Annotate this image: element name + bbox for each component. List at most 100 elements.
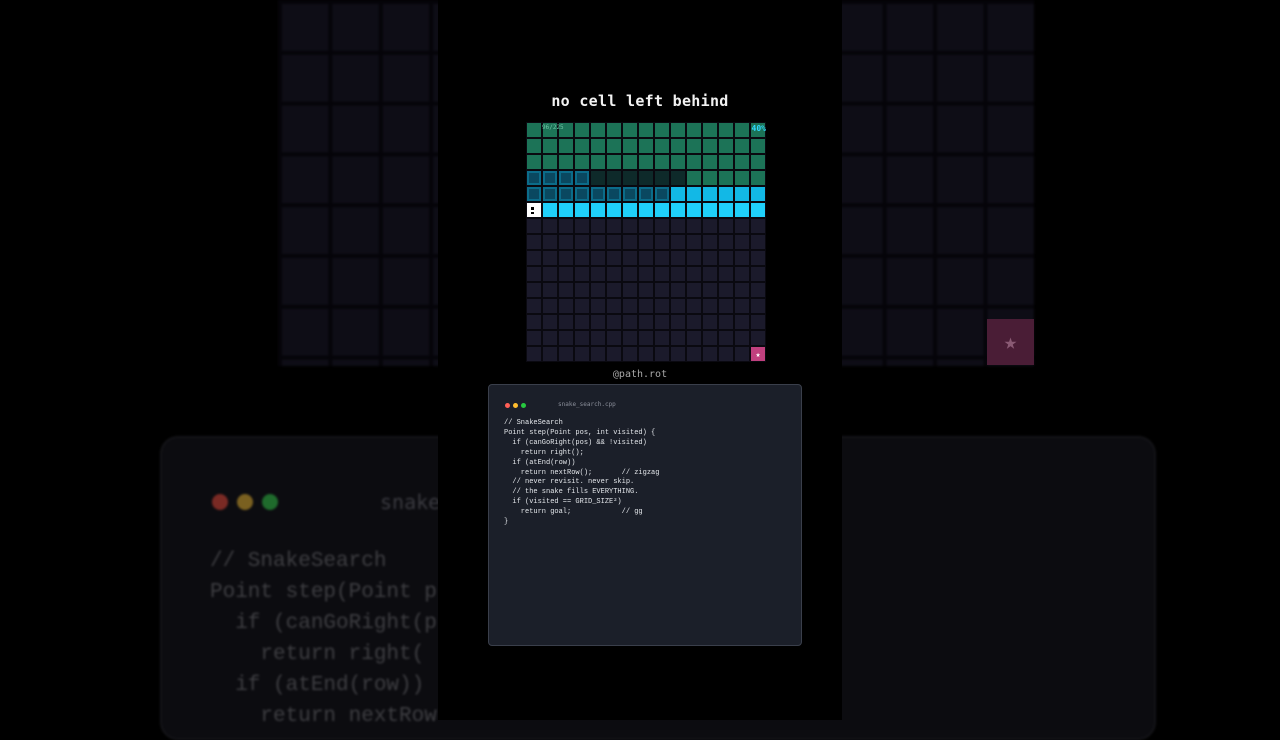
goal-star-icon: ★ [750,346,766,362]
unvisited-cell [734,266,750,282]
visited-cell [702,154,718,170]
visited-counter: 96/225 [542,124,564,131]
unvisited-cell [558,298,574,314]
unvisited-cell [686,330,702,346]
unvisited-cell [558,250,574,266]
unvisited-cell [558,346,574,362]
unvisited-cell [750,282,766,298]
unvisited-cell [670,218,686,234]
snake-body-cell [686,202,702,218]
unvisited-cell [542,330,558,346]
visited-cell [702,138,718,154]
unvisited-cell [702,250,718,266]
unvisited-cell [734,314,750,330]
unvisited-cell [702,218,718,234]
visited-cell [526,186,542,202]
unvisited-cell [718,266,734,282]
unvisited-cell [606,266,622,282]
code-line: return right(); [504,448,584,457]
unvisited-cell [718,218,734,234]
unvisited-cell [622,298,638,314]
visited-cell [558,154,574,170]
unvisited-cell [590,266,606,282]
visited-cell [606,138,622,154]
unvisited-cell [702,282,718,298]
visited-cell [606,186,622,202]
background-filename: snake [380,490,441,514]
visited-cell [574,154,590,170]
unvisited-cell [654,250,670,266]
code-line: } [504,518,509,527]
unvisited-cell [542,314,558,330]
visited-cell [590,122,606,138]
unvisited-cell [558,282,574,298]
visited-cell [590,138,606,154]
background-code-line: if (canGoRight(p [210,612,437,635]
visited-cell [542,186,558,202]
unvisited-cell [574,346,590,362]
unvisited-cell [558,330,574,346]
visited-cell [638,138,654,154]
code-line: return goal; // gg [504,508,643,517]
code-line: if (atEnd(row)) [504,458,576,467]
unvisited-cell [622,282,638,298]
unvisited-cell [686,250,702,266]
unvisited-cell [574,250,590,266]
snake-body-cell [670,202,686,218]
visited-cell [686,154,702,170]
unvisited-cell [638,218,654,234]
visited-cell [670,138,686,154]
unvisited-cell [622,330,638,346]
visited-cell [526,122,542,138]
visited-cell [542,154,558,170]
visited-cell [702,186,718,202]
unvisited-cell [654,266,670,282]
unvisited-cell [670,346,686,362]
visited-cell [670,154,686,170]
unvisited-cell [654,218,670,234]
unvisited-cell [558,218,574,234]
visited-cell [670,170,686,186]
visited-cell [574,170,590,186]
unvisited-cell [750,218,766,234]
visited-cell [734,186,750,202]
unvisited-cell [638,330,654,346]
background-code-line: // SnakeSearch [210,550,387,573]
unvisited-cell [686,282,702,298]
unvisited-cell [526,330,542,346]
visited-cell [654,138,670,154]
unvisited-cell [590,314,606,330]
unvisited-cell [750,298,766,314]
unvisited-cell [654,298,670,314]
unvisited-cell [702,314,718,330]
code-lines: // SnakeSearch Point step(Point pos, int … [504,419,659,528]
visited-cell [606,154,622,170]
unvisited-cell [606,218,622,234]
unvisited-cell [590,282,606,298]
visited-cell [526,154,542,170]
code-line: // never revisit. never skip. [504,478,635,487]
unvisited-cell [686,314,702,330]
visited-cell [526,170,542,186]
snake-body-cell [702,202,718,218]
unvisited-cell [574,282,590,298]
visited-cell [718,154,734,170]
snake-body-cell [542,202,558,218]
visited-cell [718,122,734,138]
unvisited-cell [718,346,734,362]
visited-cell [590,186,606,202]
visited-cell [622,170,638,186]
visited-cell [590,170,606,186]
unvisited-cell [702,234,718,250]
visited-cell [574,138,590,154]
background-code-line: return right( [210,643,425,666]
unvisited-cell [718,234,734,250]
visited-cell [718,170,734,186]
unvisited-cell [606,250,622,266]
unvisited-cell [670,234,686,250]
snake-eyes-icon [531,207,534,214]
unvisited-cell [606,314,622,330]
visited-cell [702,170,718,186]
unvisited-cell [638,250,654,266]
visited-cell [686,122,702,138]
